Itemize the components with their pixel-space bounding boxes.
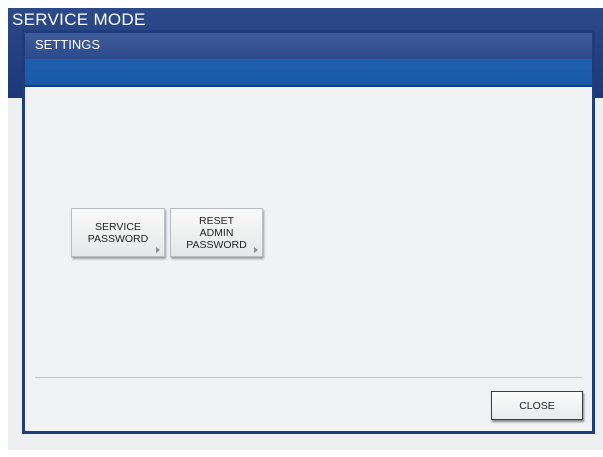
settings-dialog: SETTINGS SERVICE PASSWORD RESET ADMIN PA…: [22, 30, 595, 434]
service-password-button[interactable]: SERVICE PASSWORD: [71, 208, 165, 257]
close-button[interactable]: CLOSE: [491, 391, 583, 420]
dialog-header-band: [25, 59, 592, 87]
dialog-titlebar: SETTINGS: [25, 33, 592, 59]
service-mode-title: SERVICE MODE: [12, 10, 146, 29]
service-password-label: SERVICE PASSWORD: [87, 220, 149, 245]
reset-admin-password-button[interactable]: RESET ADMIN PASSWORD: [170, 208, 263, 257]
reset-admin-password-label: RESET ADMIN PASSWORD: [186, 214, 247, 251]
footer-separator: [35, 377, 582, 378]
arrow-right-icon: [156, 247, 160, 253]
dialog-title: SETTINGS: [35, 37, 101, 52]
arrow-right-icon: [254, 247, 258, 253]
